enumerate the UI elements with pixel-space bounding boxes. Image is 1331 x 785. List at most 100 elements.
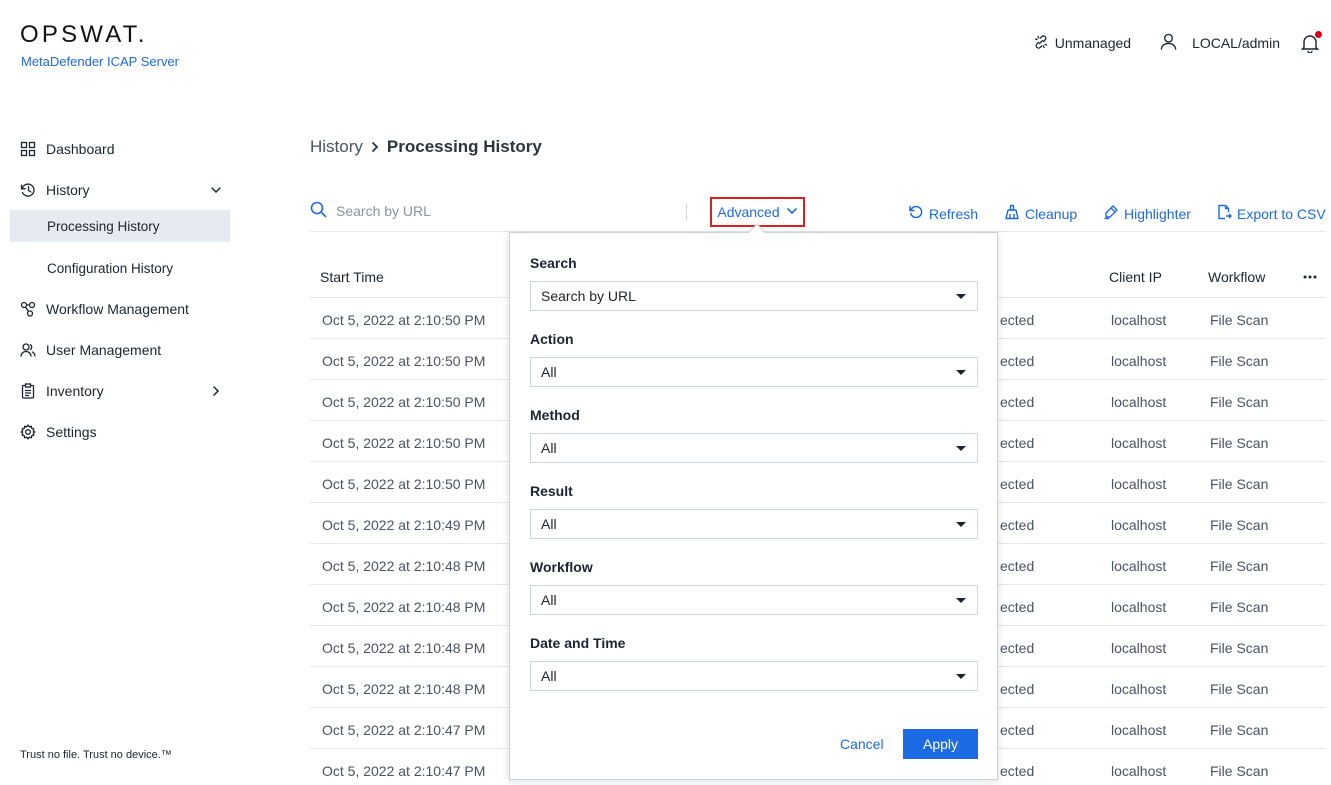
cleanup-label: Cleanup (1025, 205, 1078, 222)
workflow-select[interactable]: All (530, 585, 978, 615)
field-method: Method All (530, 407, 978, 463)
select-value: All (541, 364, 557, 380)
cell-start-time: Oct 5, 2022 at 2:10:50 PM (322, 476, 486, 492)
cell-client-ip: localhost (1111, 476, 1167, 492)
cell-workflow: File Scan (1210, 599, 1269, 615)
workflow-icon (20, 301, 36, 317)
cell-start-time: Oct 5, 2022 at 2:10:50 PM (322, 312, 486, 328)
date-and-time-select[interactable]: All (530, 661, 978, 691)
users-icon (20, 342, 36, 358)
caret-down-icon (956, 522, 966, 527)
column-workflow[interactable]: Workflow (1208, 269, 1265, 285)
cell-result: ected (1000, 763, 1035, 779)
chevron-down-icon (780, 204, 798, 220)
cell-result: ected (1000, 558, 1035, 574)
field-label: Action (530, 331, 574, 347)
field-label: Result (530, 483, 573, 499)
select-value: All (541, 440, 557, 456)
cell-result: ected (1000, 394, 1035, 410)
cleanup-button[interactable]: Cleanup (1004, 204, 1077, 223)
sidebar-item-processing-history[interactable]: Processing History (10, 210, 230, 242)
advanced-button[interactable]: Advanced (710, 197, 805, 227)
cell-workflow: File Scan (1210, 394, 1269, 410)
cell-start-time: Oct 5, 2022 at 2:10:48 PM (322, 640, 486, 656)
cell-result: ected (1000, 517, 1035, 533)
select-value: All (541, 592, 557, 608)
column-start-time[interactable]: Start Time (320, 269, 384, 285)
cell-workflow: File Scan (1210, 517, 1269, 533)
highlighter-button[interactable]: Highlighter (1103, 204, 1191, 223)
field-label: Date and Time (530, 635, 626, 651)
notifications-button[interactable] (1300, 30, 1323, 54)
search-select[interactable]: Search by URL (530, 281, 978, 311)
cell-start-time: Oct 5, 2022 at 2:10:50 PM (322, 353, 486, 369)
result-select[interactable]: All (530, 509, 978, 539)
cell-client-ip: localhost (1111, 435, 1167, 451)
unmanaged-status[interactable]: Unmanaged (1033, 34, 1131, 53)
caret-down-icon (956, 674, 966, 679)
gear-icon (20, 423, 36, 440)
breadcrumb-history[interactable]: History (310, 137, 363, 157)
sidebar-item-label: Configuration History (47, 260, 174, 276)
cell-start-time: Oct 5, 2022 at 2:10:50 PM (322, 394, 486, 410)
notification-badge (1314, 30, 1323, 39)
select-value: All (541, 516, 557, 532)
export-csv-button[interactable]: Export to CSV (1216, 204, 1326, 223)
opswat-logo[interactable]: OPSWAT. (20, 22, 179, 48)
cell-workflow: File Scan (1210, 435, 1269, 451)
cell-start-time: Oct 5, 2022 at 2:10:49 PM (322, 517, 486, 533)
sidebar-item-user-management[interactable]: User Management (10, 329, 230, 370)
column-client-ip[interactable]: Client IP (1109, 269, 1162, 285)
sidebar-item-history[interactable]: History (10, 169, 230, 210)
select-value: Search by URL (541, 288, 636, 304)
brand: OPSWAT. MetaDefender ICAP Server (20, 22, 179, 70)
chevron-right-icon (210, 384, 222, 396)
method-select[interactable]: All (530, 433, 978, 463)
search-box (310, 201, 666, 221)
field-workflow: Workflow All (530, 559, 978, 615)
cell-workflow: File Scan (1210, 681, 1269, 697)
field-date-and-time: Date and Time All (530, 635, 978, 691)
cell-client-ip: localhost (1111, 394, 1167, 410)
caret-down-icon (956, 294, 966, 299)
field-label: Workflow (530, 559, 593, 575)
sidebar-item-label: Processing History (47, 218, 160, 234)
apply-button[interactable]: Apply (903, 729, 978, 759)
refresh-label: Refresh (929, 205, 979, 222)
history-icon (20, 182, 36, 198)
chevron-right-icon (369, 141, 381, 153)
cell-workflow: File Scan (1210, 640, 1269, 656)
sidebar-item-workflow-management[interactable]: Workflow Management (10, 288, 230, 329)
caret-down-icon (956, 446, 966, 451)
cell-start-time: Oct 5, 2022 at 2:10:48 PM (322, 599, 486, 615)
divider (686, 203, 687, 221)
sidebar-item-inventory[interactable]: Inventory (10, 370, 230, 411)
top-bar: Unmanaged LOCAL/admin (1033, 30, 1331, 54)
sidebar-item-label: Inventory (46, 382, 104, 399)
highlighter-label: Highlighter (1124, 205, 1191, 222)
user-icon (1159, 32, 1192, 54)
more-options-icon[interactable] (1302, 269, 1318, 285)
search-icon (310, 201, 336, 221)
search-input[interactable] (336, 203, 666, 219)
sidebar-item-dashboard[interactable]: Dashboard (10, 128, 230, 169)
inventory-icon (20, 382, 36, 399)
cell-start-time: Oct 5, 2022 at 2:10:48 PM (322, 681, 486, 697)
caret-down-icon (956, 598, 966, 603)
cancel-button[interactable]: Cancel (840, 736, 884, 752)
cell-workflow: File Scan (1210, 722, 1269, 738)
sidebar-item-settings[interactable]: Settings (10, 411, 230, 452)
cell-workflow: File Scan (1210, 353, 1269, 369)
broom-icon (1004, 204, 1025, 223)
user-name: LOCAL/admin (1192, 35, 1280, 51)
cell-result: ected (1000, 435, 1035, 451)
user-menu[interactable]: LOCAL/admin (1159, 32, 1280, 54)
action-select[interactable]: All (530, 357, 978, 387)
refresh-button[interactable]: Refresh (908, 204, 978, 223)
sidebar-item-configuration-history[interactable]: Configuration History (10, 252, 230, 284)
export-icon (1216, 204, 1237, 223)
cell-start-time: Oct 5, 2022 at 2:10:47 PM (322, 763, 486, 779)
unmanaged-label: Unmanaged (1054, 35, 1132, 51)
unlink-icon (1033, 34, 1055, 53)
sidebar-item-label: Settings (46, 423, 97, 440)
